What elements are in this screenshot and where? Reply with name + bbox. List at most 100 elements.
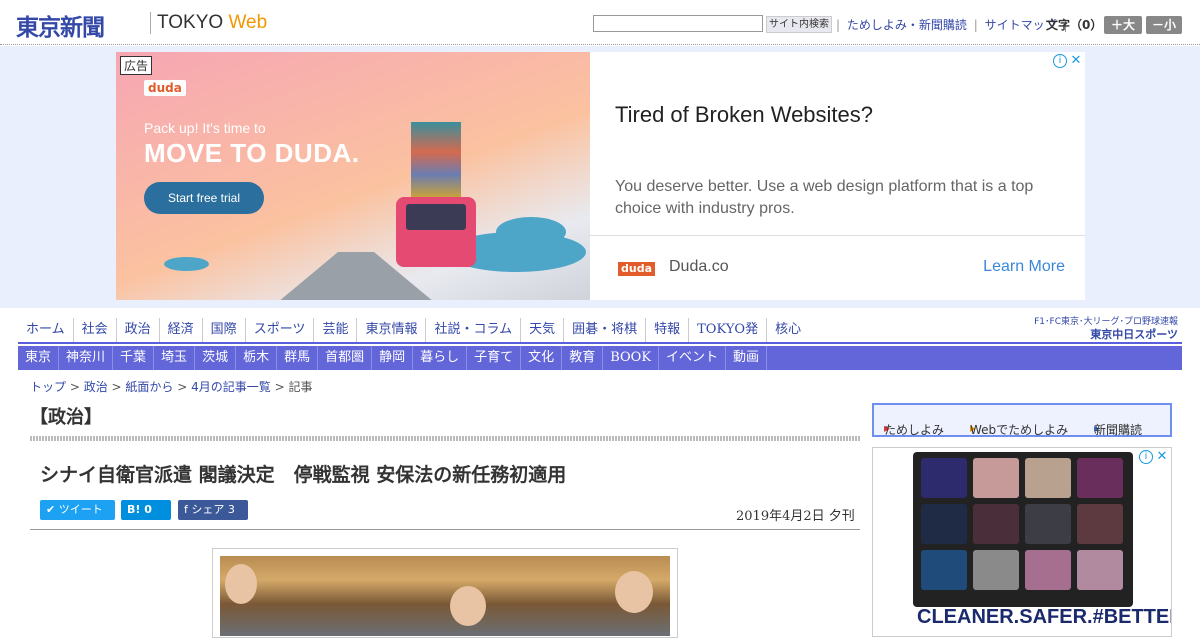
person-shape: [450, 586, 486, 626]
chunichi-logo: 東京中日スポーツ: [1090, 328, 1178, 341]
eyeshadow-palette-image: [913, 452, 1133, 607]
sidebar-web-trial-label: Webでためしよみ: [970, 423, 1069, 437]
search-input[interactable]: [593, 15, 763, 32]
palette-pan: [921, 458, 967, 498]
person-shape: [225, 564, 257, 604]
duda-badge: duda: [618, 262, 656, 276]
adchoices-info-icon[interactable]: i: [1139, 450, 1153, 464]
ad-choices[interactable]: i ✕: [1053, 54, 1083, 68]
sidebar-ad[interactable]: CLEANER.SAFER.#BETTERBEAUTY i ✕: [872, 447, 1172, 637]
date-divider: [30, 529, 860, 530]
breadcrumb-politics[interactable]: 政治: [84, 380, 108, 394]
ad-image-headline: MOVE TO DUDA.: [144, 138, 360, 168]
top-banner-ad[interactable]: 広告 duda Pack up! It's time to MOVE TO DU…: [116, 52, 1085, 300]
logo-tokyo-text: TOKYO: [157, 12, 224, 33]
nav-region-ibaraki[interactable]: 茨城: [195, 346, 237, 370]
ad-close-icon[interactable]: ✕: [1069, 54, 1083, 68]
nav-item-video[interactable]: 動画: [726, 346, 768, 370]
font-size-label: 文字（0）: [1046, 18, 1103, 32]
facebook-share-button[interactable]: f シェア 3: [178, 500, 248, 520]
header-links: | ためしよみ・新聞購読 | サイトマップ |: [836, 16, 1067, 33]
ad-title[interactable]: Tired of Broken Websites?: [615, 102, 873, 128]
breadcrumb-april-list[interactable]: 4月の記事一覧: [191, 380, 271, 394]
cloud-shape: [496, 217, 566, 247]
jeep-window: [406, 204, 466, 230]
sidebar-ad-choices[interactable]: i ✕: [1139, 450, 1169, 464]
palette-pan: [1025, 550, 1071, 590]
learn-more-link[interactable]: Learn More: [983, 258, 1065, 276]
ad-close-icon[interactable]: ✕: [1155, 450, 1169, 464]
nav-region-saitama[interactable]: 埼玉: [154, 346, 196, 370]
nav-item-events[interactable]: イベント: [659, 346, 727, 370]
nav-region-gunma[interactable]: 群馬: [277, 346, 319, 370]
ad-domain: Duda.co: [669, 258, 729, 275]
link-trial-subscribe[interactable]: ためしよみ・新聞購読: [844, 18, 970, 32]
ad-label: 広告: [120, 56, 153, 75]
nav-region-tokyo[interactable]: 東京: [18, 346, 60, 370]
breadcrumb-sep: >: [270, 380, 289, 394]
breadcrumb-sep: >: [173, 380, 192, 394]
nav-region-metro[interactable]: 首都圏: [318, 346, 373, 370]
nav-item-editorial[interactable]: 社説・コラム: [426, 318, 522, 342]
primary-nav: ホーム 社会 政治 経済 国際 スポーツ 芸能 東京情報 社説・コラム 天気 囲碁・将棋 特報 TOKY…: [18, 318, 1018, 342]
ad-description: You deserve better. Use a web design pla…: [615, 178, 1034, 217]
nav-item-tokyo-hatsu[interactable]: TOKYO発: [689, 318, 768, 342]
palette-pan: [1025, 458, 1071, 498]
palette-pan: [921, 550, 967, 590]
nav-item-society[interactable]: 社会: [74, 318, 117, 342]
twitter-share-button[interactable]: ✔ ツイート: [40, 500, 115, 520]
nav-item-sports[interactable]: スポーツ: [246, 318, 315, 342]
facebook-share-label: シェア 3: [191, 503, 235, 516]
subscription-buttons: ▸ ためしよみ ▸ Webでためしよみ ▸ 新聞購読: [872, 403, 1172, 437]
ad-image[interactable]: 広告 duda Pack up! It's time to MOVE TO DU…: [116, 52, 590, 300]
nav-item-politics[interactable]: 政治: [117, 318, 160, 342]
nav-item-tokyo-info[interactable]: 東京情報: [357, 318, 427, 342]
breadcrumb-current: 記事: [288, 380, 313, 394]
nav-item-entertainment[interactable]: 芸能: [314, 318, 358, 342]
nav-item-culture[interactable]: 文化: [521, 346, 563, 370]
hatena-bookmark-button[interactable]: B! 0: [121, 500, 171, 520]
link-separator: |: [836, 18, 841, 32]
cloud-shape: [164, 257, 209, 271]
site-logo[interactable]: 東京新聞: [16, 8, 105, 42]
nav-item-education[interactable]: 教育: [562, 346, 604, 370]
nav-region-shizuoka[interactable]: 静岡: [372, 346, 414, 370]
adchoices-info-icon[interactable]: i: [1053, 54, 1067, 68]
article-photo[interactable]: [220, 556, 670, 636]
sidebar-ad-text: CLEANER.SAFER.#BETTERBEAUTY: [917, 606, 1171, 628]
font-size-increase-button[interactable]: ＋大: [1104, 16, 1142, 34]
nav-item-living[interactable]: 暮らし: [413, 346, 468, 370]
palette-pan: [921, 504, 967, 544]
ad-text-panel[interactable]: Tired of Broken Websites? You deserve be…: [590, 52, 1085, 300]
palette-pan: [973, 458, 1019, 498]
nav-item-weather[interactable]: 天気: [521, 318, 565, 342]
section-divider: [30, 436, 860, 441]
nav-region-kanagawa[interactable]: 神奈川: [59, 346, 114, 370]
breadcrumb-top[interactable]: トップ: [30, 380, 66, 394]
nav-item-go-shogi[interactable]: 囲碁・将棋: [564, 318, 647, 342]
duda-logo: duda: [144, 80, 186, 96]
chunichi-sports-banner[interactable]: F1･FC東京･大リーグ･プロ野球速報 東京中日スポーツ: [1025, 314, 1180, 342]
sidebar-subscribe-label: 新聞購読: [1094, 423, 1143, 437]
nav-item-special[interactable]: 特報: [646, 318, 690, 342]
article-headline: シナイ自衛官派遣 閣議決定 停戦監視 安保法の新任務初適用: [40, 464, 567, 486]
article-date: 2019年4月2日 夕刊: [736, 509, 855, 524]
palette-pan: [973, 550, 1019, 590]
nav-item-parenting[interactable]: 子育て: [467, 346, 522, 370]
font-size-decrease-button[interactable]: －小: [1146, 16, 1182, 34]
search-button[interactable]: サイト内検索: [766, 16, 832, 33]
tokyo-web-logo[interactable]: TOKYO Web: [157, 12, 267, 34]
palette-pan: [1077, 504, 1123, 544]
nav-item-home[interactable]: ホーム: [18, 318, 74, 342]
breadcrumb-print[interactable]: 紙面から: [125, 380, 173, 394]
nav-item-core[interactable]: 核心: [767, 318, 809, 342]
nav-item-international[interactable]: 国際: [203, 318, 246, 342]
twitter-icon: ✔: [46, 503, 59, 516]
nav-item-book[interactable]: BOOK: [603, 346, 660, 370]
start-trial-button[interactable]: Start free trial: [144, 182, 264, 214]
nav-region-chiba[interactable]: 千葉: [113, 346, 155, 370]
breadcrumb-sep: >: [66, 380, 84, 394]
nav-item-economy[interactable]: 経済: [160, 318, 203, 342]
breadcrumb-sep: >: [107, 380, 126, 394]
nav-region-tochigi[interactable]: 栃木: [236, 346, 278, 370]
